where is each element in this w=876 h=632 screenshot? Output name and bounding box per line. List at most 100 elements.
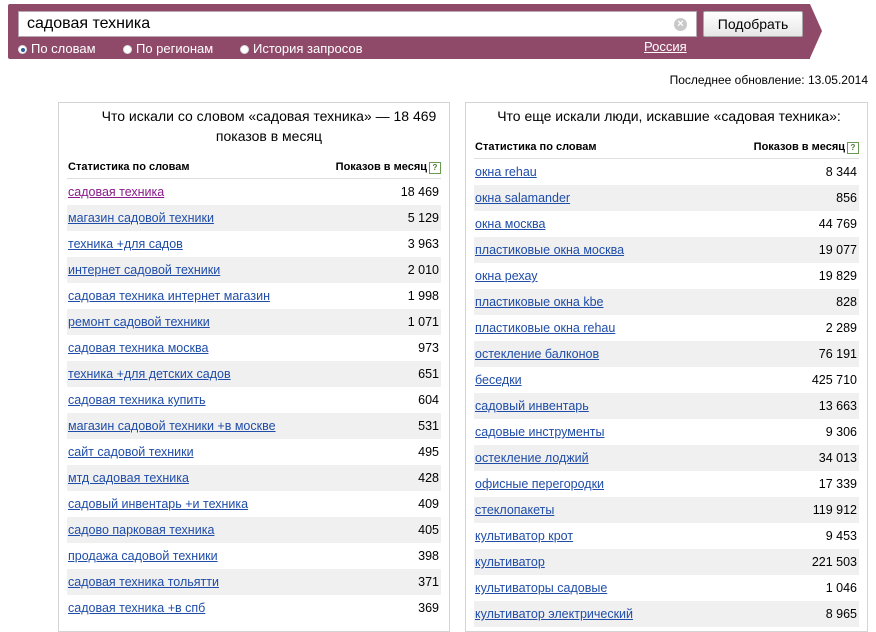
impressions-count: 495 bbox=[418, 445, 439, 459]
impressions-count: 1 998 bbox=[407, 289, 439, 303]
phrase-link[interactable]: техника +для детских садов bbox=[68, 361, 231, 387]
table-row: культиватор крот 9 453 bbox=[474, 523, 859, 549]
table-row: окна рехау 19 829 bbox=[474, 263, 859, 289]
also-searched-panel: Что еще искали люди, искавшие «садовая т… bbox=[465, 102, 868, 632]
table-row: садовая техника 18 469 bbox=[67, 179, 441, 205]
table-row: пластиковые окна kbe 828 bbox=[474, 289, 859, 315]
mode-history[interactable]: История запросов bbox=[240, 41, 363, 56]
phrase-link[interactable]: пластиковые окна kbe bbox=[475, 289, 604, 315]
radio-icon[interactable] bbox=[240, 45, 249, 54]
phrase-link[interactable]: садовые инструменты bbox=[475, 419, 604, 445]
impressions-count: 828 bbox=[836, 295, 857, 309]
phrase-link[interactable]: магазин садовой техники bbox=[68, 205, 214, 231]
impressions-count: 2 010 bbox=[407, 263, 439, 277]
phrase-link[interactable]: стеклопакеты bbox=[475, 497, 554, 523]
search-bar: × Подобрать По словам По регионам Истори… bbox=[8, 4, 810, 59]
impressions-count: 1 046 bbox=[825, 581, 857, 595]
impressions-count: 1 071 bbox=[407, 315, 439, 329]
phrase-link[interactable]: культиватор bbox=[475, 549, 545, 575]
table-row: садовая техника интернет магазин 1 998 bbox=[67, 283, 441, 309]
impressions-count: 405 bbox=[418, 523, 439, 537]
phrase-link[interactable]: продажа садовой техники bbox=[68, 543, 218, 569]
table-row: магазин садовой техники +в москве 531 bbox=[67, 413, 441, 439]
table-row: садовые инструменты 9 306 bbox=[474, 419, 859, 445]
phrase-link[interactable]: магазин садовой техники +в москве bbox=[68, 413, 276, 439]
phrase-link[interactable]: окна rehau bbox=[475, 159, 537, 185]
table-row: остекление лоджий 34 013 bbox=[474, 445, 859, 471]
phrase-link[interactable]: сайт садовой техники bbox=[68, 439, 194, 465]
phrase-link[interactable]: окна рехау bbox=[475, 263, 538, 289]
phrase-link[interactable]: садовая техника москва bbox=[68, 335, 208, 361]
panel-title: Что еще искали люди, искавшие «садовая т… bbox=[497, 108, 841, 124]
impressions-count: 428 bbox=[418, 471, 439, 485]
impressions-count: 76 191 bbox=[818, 347, 857, 361]
phrase-link[interactable]: офисные перегородки bbox=[475, 471, 604, 497]
impressions-count: 651 bbox=[418, 367, 439, 381]
table-row: садово парковая техника 405 bbox=[67, 517, 441, 543]
region-link[interactable]: Россия bbox=[644, 39, 687, 54]
help-icon[interactable]: ? bbox=[847, 142, 859, 154]
phrase-link[interactable]: садовая техника +в спб bbox=[68, 595, 205, 621]
phrase-link[interactable]: пластиковые окна москва bbox=[475, 237, 624, 263]
impressions-count: 34 013 bbox=[818, 451, 857, 465]
phrase-link[interactable]: мтд садовая техника bbox=[68, 465, 189, 491]
phrase-link[interactable]: остекление балконов bbox=[475, 341, 599, 367]
phrase-link[interactable]: садовый инвентарь +и техника bbox=[68, 491, 248, 517]
table-row: культиваторы садовые 1 046 bbox=[474, 575, 859, 601]
impressions-count: 9 453 bbox=[825, 529, 857, 543]
phrase-link[interactable]: культиватор крот bbox=[475, 523, 573, 549]
impressions-count: 119 912 bbox=[812, 503, 857, 517]
phrase-link[interactable]: культиватор электрический bbox=[475, 601, 633, 627]
column-header-phrase: Статистика по словам bbox=[68, 161, 190, 173]
help-icon[interactable]: ? bbox=[429, 162, 441, 174]
mode-by-words[interactable]: По словам bbox=[18, 41, 96, 56]
table-row: интернет садовой техники 2 010 bbox=[67, 257, 441, 283]
mode-label: История запросов bbox=[253, 41, 363, 56]
impressions-count: 369 bbox=[418, 601, 439, 615]
impressions-count: 425 710 bbox=[811, 373, 857, 387]
clear-icon[interactable]: × bbox=[674, 18, 687, 31]
phrase-link[interactable]: культиваторы садовые bbox=[475, 575, 607, 601]
phrase-link[interactable]: остекление лоджий bbox=[475, 445, 589, 471]
phrase-link[interactable]: садовая техника интернет магазин bbox=[68, 283, 270, 309]
table-row: садовая техника купить 604 bbox=[67, 387, 441, 413]
impressions-count: 398 bbox=[418, 549, 439, 563]
phrase-list: садовая техника 18 469 магазин садовой тех… bbox=[67, 179, 441, 621]
impressions-count: 604 bbox=[418, 393, 439, 407]
phrase-link[interactable]: окна москва bbox=[475, 211, 545, 237]
last-update: Последнее обновление: 13.05.2014 bbox=[669, 73, 868, 87]
search-input[interactable] bbox=[18, 11, 697, 37]
impressions-count: 44 769 bbox=[818, 217, 857, 231]
impressions-count: 8 344 bbox=[825, 165, 857, 179]
phrase-link[interactable]: окна salamander bbox=[475, 185, 570, 211]
impressions-count: 3 963 bbox=[407, 237, 439, 251]
phrase-link[interactable]: пластиковые окна rehau bbox=[475, 315, 615, 341]
table-row: культиватор электрический 8 965 bbox=[474, 601, 859, 627]
column-header-phrase: Статистика по словам bbox=[475, 141, 597, 153]
phrase-link[interactable]: садовый инвентарь bbox=[475, 393, 589, 419]
phrase-link[interactable]: садовая техника купить bbox=[68, 387, 206, 413]
phrase-link[interactable]: техника +для садов bbox=[68, 231, 183, 257]
impressions-count: 18 469 bbox=[400, 185, 439, 199]
table-row: пластиковые окна москва 19 077 bbox=[474, 237, 859, 263]
table-row: культиватор 221 503 bbox=[474, 549, 859, 575]
phrase-link[interactable]: садово парковая техника bbox=[68, 517, 214, 543]
table-row: стеклопакеты 119 912 bbox=[474, 497, 859, 523]
table-row: беседки 425 710 bbox=[474, 367, 859, 393]
phrase-link[interactable]: садовая техника bbox=[68, 179, 164, 205]
table-row: пластиковые окна rehau 2 289 bbox=[474, 315, 859, 341]
mode-by-regions[interactable]: По регионам bbox=[123, 41, 213, 56]
table-row: техника +для садов 3 963 bbox=[67, 231, 441, 257]
radio-icon[interactable] bbox=[18, 45, 27, 54]
radio-icon[interactable] bbox=[123, 45, 132, 54]
table-row: магазин садовой техники 5 129 bbox=[67, 205, 441, 231]
table-row: садовая техника тольятти 371 bbox=[67, 569, 441, 595]
phrase-link[interactable]: беседки bbox=[475, 367, 522, 393]
phrase-link[interactable]: ремонт садовой техники bbox=[68, 309, 210, 335]
phrase-list: окна rehau 8 344 окна salamander 856 окна мо… bbox=[474, 159, 859, 627]
submit-button[interactable]: Подобрать bbox=[703, 11, 803, 37]
table-row: садовая техника +в спб 369 bbox=[67, 595, 441, 621]
phrase-link[interactable]: садовая техника тольятти bbox=[68, 569, 219, 595]
phrase-link[interactable]: интернет садовой техники bbox=[68, 257, 220, 283]
related-phrases-panel: Что искали со словом «садовая техника» —… bbox=[58, 102, 450, 632]
